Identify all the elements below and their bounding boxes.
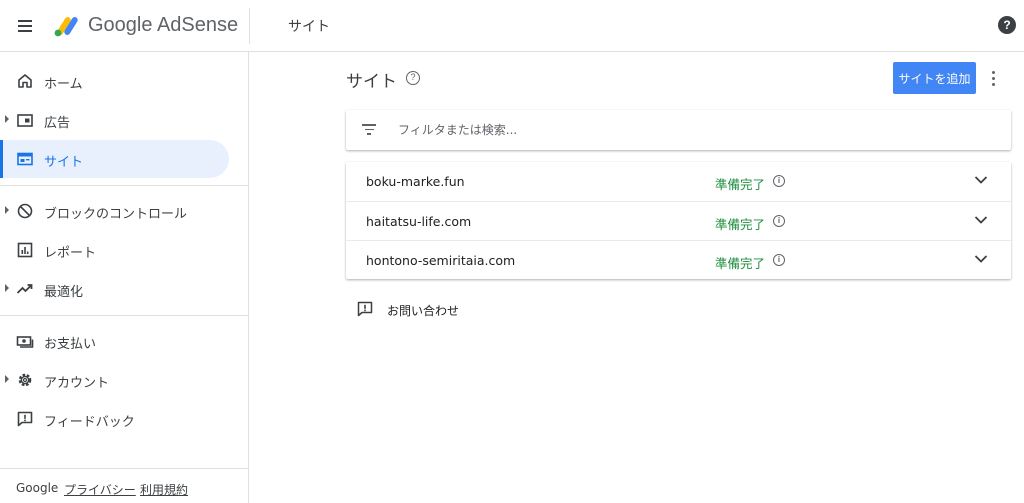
page-title: サイト xyxy=(346,72,397,92)
expand-caret-icon xyxy=(5,115,9,123)
adsense-logo-icon xyxy=(54,17,78,37)
info-icon[interactable]: i xyxy=(773,175,785,187)
home-icon xyxy=(18,74,32,88)
sidebar-divider xyxy=(0,315,248,316)
site-status: 準備完了 xyxy=(715,217,766,232)
site-row[interactable]: hontono-semiritaia.com 準備完了 i xyxy=(346,240,1011,279)
chevron-down-icon[interactable] xyxy=(974,215,988,225)
brand-name: Google AdSense xyxy=(88,14,238,37)
expand-caret-icon xyxy=(5,206,9,214)
site-domain: boku-marke.fun xyxy=(366,174,465,189)
brand-google: Google xyxy=(88,14,153,36)
footer-google: Google xyxy=(16,481,59,495)
feedback-icon xyxy=(17,411,33,427)
info-icon[interactable]: i xyxy=(773,215,785,227)
info-icon[interactable]: i xyxy=(773,254,785,266)
sidebar-item-sites[interactable]: サイト xyxy=(0,140,229,178)
sidebar-item-label: フィードバック xyxy=(44,415,135,430)
sidebar-item-block-controls[interactable]: ブロックのコントロール xyxy=(0,192,229,230)
more-vert-icon[interactable] xyxy=(986,68,1002,88)
sidebar-item-feedback[interactable]: フィードバック xyxy=(0,400,229,438)
site-row[interactable]: haitatsu-life.com 準備完了 i xyxy=(346,201,1011,240)
payment-icon xyxy=(16,336,34,348)
sidebar-item-label: アカウント xyxy=(44,376,110,391)
feedback-icon xyxy=(357,301,373,317)
contact-label: お問い合わせ xyxy=(387,304,460,318)
chevron-down-icon[interactable] xyxy=(974,254,988,264)
sidebar-item-label: 最適化 xyxy=(44,285,84,300)
filter-bar xyxy=(346,110,1011,150)
sidebar-footer: Google プライバシー 利用規約 xyxy=(0,468,248,503)
filter-list-icon[interactable] xyxy=(362,123,376,135)
brand-product: AdSense xyxy=(156,14,239,36)
privacy-link[interactable]: プライバシー xyxy=(64,481,136,498)
sidebar: ホーム 広告 サイト ブロックのコントロール レポート 最適化 お支払い アカウ… xyxy=(0,52,249,503)
sidebar-item-label: ホーム xyxy=(44,77,83,92)
sidebar-item-label: お支払い xyxy=(44,337,97,352)
terms-link[interactable]: 利用規約 xyxy=(140,481,188,498)
sites-list: boku-marke.fun 準備完了 i haitatsu-life.com … xyxy=(346,162,1011,279)
ads-icon xyxy=(17,114,33,127)
header-page-title: サイト xyxy=(288,19,330,35)
block-icon xyxy=(17,203,33,219)
sidebar-divider xyxy=(0,185,248,186)
help-outline-icon[interactable]: ? xyxy=(406,71,420,85)
sidebar-item-label: ブロックのコントロール xyxy=(44,207,188,222)
expand-caret-icon xyxy=(5,284,9,292)
sidebar-item-payments[interactable]: お支払い xyxy=(0,322,229,360)
filter-search-input[interactable] xyxy=(398,118,988,142)
sidebar-item-account[interactable]: アカウント xyxy=(0,361,229,399)
site-status: 準備完了 xyxy=(715,177,766,192)
sidebar-item-label: サイト xyxy=(44,155,84,170)
sidebar-item-label: 広告 xyxy=(44,116,71,131)
site-domain: hontono-semiritaia.com xyxy=(366,253,516,268)
menu-icon[interactable] xyxy=(16,17,36,35)
sidebar-item-home[interactable]: ホーム xyxy=(0,62,229,100)
site-status: 準備完了 xyxy=(715,256,766,271)
expand-caret-icon xyxy=(5,375,9,383)
gear-icon xyxy=(18,373,32,387)
help-icon[interactable]: ? xyxy=(998,16,1016,34)
top-app-bar: Google AdSense サイト ? xyxy=(0,0,1024,52)
sidebar-item-label: レポート xyxy=(44,246,97,261)
report-icon xyxy=(17,242,33,258)
sidebar-item-reports[interactable]: レポート xyxy=(0,231,229,269)
chevron-down-icon[interactable] xyxy=(974,175,988,185)
sites-icon xyxy=(17,152,33,166)
trending-icon xyxy=(16,284,33,294)
header-divider xyxy=(249,8,250,44)
sidebar-item-optimization[interactable]: 最適化 xyxy=(0,270,229,308)
sidebar-item-ads[interactable]: 広告 xyxy=(0,101,229,139)
add-site-button[interactable]: サイトを追加 xyxy=(893,62,976,94)
site-domain: haitatsu-life.com xyxy=(366,214,472,229)
site-row[interactable]: boku-marke.fun 準備完了 i xyxy=(346,162,1011,201)
